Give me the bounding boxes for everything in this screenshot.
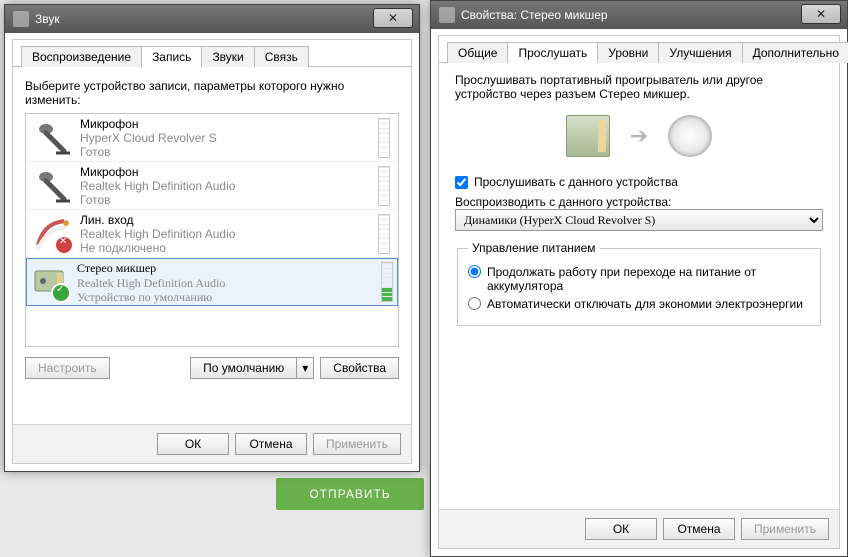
device-status: Не подключено (80, 241, 370, 255)
tab-communications[interactable]: Связь (254, 46, 309, 67)
tab-playback[interactable]: Воспроизведение (21, 46, 142, 67)
client-area: Общие Прослушать Уровни Улучшения Дополн… (438, 35, 840, 549)
listen-checkbox-row[interactable]: Прослушивать с данного устройства (455, 175, 823, 189)
radio-auto-off-label: Автоматически отключать для экономии эле… (487, 297, 803, 311)
client-area: Воспроизведение Запись Звуки Связь Выбер… (12, 39, 412, 464)
device-sub: Realtek High Definition Audio (77, 276, 373, 290)
sound-window: Звук ✕ Воспроизведение Запись Звуки Связ… (4, 4, 420, 472)
titlebar-properties[interactable]: Свойства: Стерео микшер ✕ (431, 1, 847, 29)
sound-card-icon (439, 7, 455, 23)
playthrough-device-select[interactable]: Динамики (HyperX Cloud Revolver S) (455, 209, 823, 231)
level-meter (381, 262, 393, 302)
tab-general[interactable]: Общие (447, 42, 508, 63)
power-management-legend: Управление питанием (468, 241, 600, 255)
tab-recording[interactable]: Запись (141, 46, 202, 67)
device-name: Стерео микшер (77, 261, 373, 276)
device-status: Готов (80, 145, 370, 159)
device-line-in[interactable]: Лин. вход Realtek High Definition Audio … (26, 210, 398, 258)
set-default-button[interactable]: По умолчанию ▾ (190, 357, 314, 379)
apply-button[interactable]: Применить (313, 433, 401, 455)
device-name: Микрофон (80, 165, 370, 179)
window-title: Свойства: Стерео микшер (461, 8, 608, 22)
window-title: Звук (35, 12, 60, 26)
radio-continue[interactable] (468, 265, 481, 278)
radio-auto-off[interactable] (468, 297, 481, 310)
line-in-icon (34, 215, 72, 253)
cancel-button[interactable]: Отмена (235, 433, 307, 455)
sound-card-icon (31, 263, 69, 301)
ok-button[interactable]: ОК (585, 518, 657, 540)
sound-icon (13, 11, 29, 27)
device-sub: HyperX Cloud Revolver S (80, 131, 370, 145)
configure-button[interactable]: Настроить (25, 357, 110, 379)
device-sub: Realtek High Definition Audio (80, 179, 370, 193)
playthrough-label: Воспроизводить с данного устройства: (455, 195, 823, 209)
tab-sounds[interactable]: Звуки (201, 46, 254, 67)
instruction-text: Выберите устройство записи, параметры ко… (25, 79, 399, 107)
tab-levels[interactable]: Уровни (597, 42, 659, 63)
device-microphone-realtek[interactable]: Микрофон Realtek High Definition Audio Г… (26, 162, 398, 210)
level-meter (378, 118, 390, 158)
device-list[interactable]: Микрофон HyperX Cloud Revolver S Готов М… (25, 113, 399, 347)
listen-pane: Прослушивать портативный проигрыватель и… (439, 63, 839, 336)
listen-checkbox[interactable] (455, 176, 468, 189)
microphone-icon (34, 119, 72, 157)
power-management-group: Управление питанием Продолжать работу пр… (457, 241, 821, 326)
arrow-right-icon: ➔ (630, 123, 648, 149)
tab-enhancements[interactable]: Улучшения (658, 42, 742, 63)
device-status: Готов (80, 193, 370, 207)
device-status: Устройство по умолчанию (77, 290, 373, 304)
listen-graphic: ➔ (455, 115, 823, 157)
dialog-buttons: ОК Отмена Применить (13, 424, 411, 463)
send-button-background: ОТПРАВИТЬ (276, 478, 424, 510)
device-name: Лин. вход (80, 213, 370, 227)
level-meter (378, 166, 390, 206)
microphone-icon (34, 167, 72, 205)
tab-strip: Воспроизведение Запись Звуки Связь (13, 40, 411, 67)
device-stereo-mixer[interactable]: Стерео микшер Realtek High Definition Au… (26, 258, 398, 306)
listen-checkbox-label: Прослушивать с данного устройства (474, 175, 678, 189)
level-meter (378, 214, 390, 254)
titlebar-sound[interactable]: Звук ✕ (5, 5, 419, 33)
tab-strip: Общие Прослушать Уровни Улучшения Дополн… (439, 36, 839, 63)
close-icon[interactable]: ✕ (801, 4, 841, 24)
set-default-main[interactable]: По умолчанию (190, 357, 296, 379)
sound-card-icon (566, 115, 610, 157)
speaker-icon (668, 115, 712, 157)
properties-window: Свойства: Стерео микшер ✕ Общие Прослуша… (430, 0, 848, 557)
ok-button[interactable]: ОК (157, 433, 229, 455)
set-default-dropdown[interactable]: ▾ (296, 357, 314, 379)
device-microphone-hyperx[interactable]: Микрофон HyperX Cloud Revolver S Готов (26, 114, 398, 162)
power-radio-auto-off[interactable]: Автоматически отключать для экономии эле… (468, 297, 810, 311)
close-icon[interactable]: ✕ (373, 8, 413, 28)
device-sub: Realtek High Definition Audio (80, 227, 370, 241)
properties-button[interactable]: Свойства (320, 357, 399, 379)
listen-description: Прослушивать портативный проигрыватель и… (455, 73, 823, 101)
power-radio-continue[interactable]: Продолжать работу при переходе на питани… (468, 265, 810, 293)
recording-pane: Выберите устройство записи, параметры ко… (13, 67, 411, 385)
radio-continue-label: Продолжать работу при переходе на питани… (487, 265, 810, 293)
tab-advanced[interactable]: Дополнительно (742, 42, 848, 63)
device-name: Микрофон (80, 117, 370, 131)
tab-listen[interactable]: Прослушать (507, 42, 598, 63)
apply-button[interactable]: Применить (741, 518, 829, 540)
dialog-buttons: ОК Отмена Применить (439, 509, 839, 548)
cancel-button[interactable]: Отмена (663, 518, 735, 540)
